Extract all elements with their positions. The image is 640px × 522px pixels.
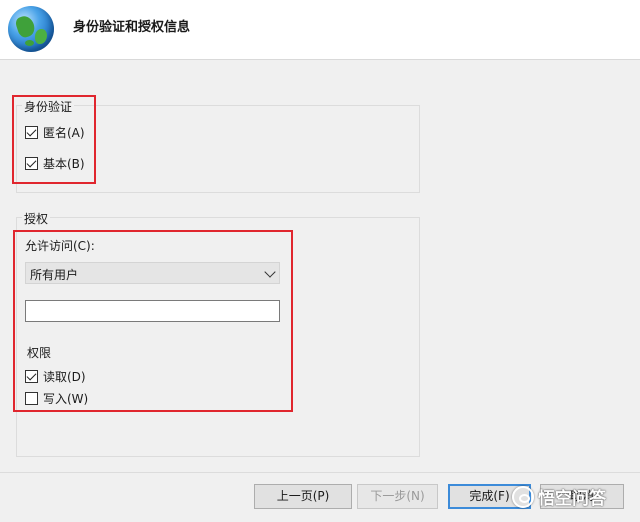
wizard-header: 身份验证和授权信息: [0, 0, 640, 60]
footer-divider: [0, 472, 640, 473]
authorization-highlight-box: [13, 230, 293, 412]
authorization-group-title: 授权: [22, 210, 51, 227]
previous-button[interactable]: 上一页(P): [254, 484, 352, 509]
watermark: 悟空问答: [512, 484, 606, 509]
next-button[interactable]: 下一步(N): [357, 484, 438, 509]
page-title: 身份验证和授权信息: [73, 20, 191, 35]
auth-highlight-box: [12, 95, 96, 184]
wukong-logo-icon: [512, 485, 534, 508]
watermark-text: 悟空问答: [538, 489, 606, 509]
globe-icon: [8, 6, 54, 52]
